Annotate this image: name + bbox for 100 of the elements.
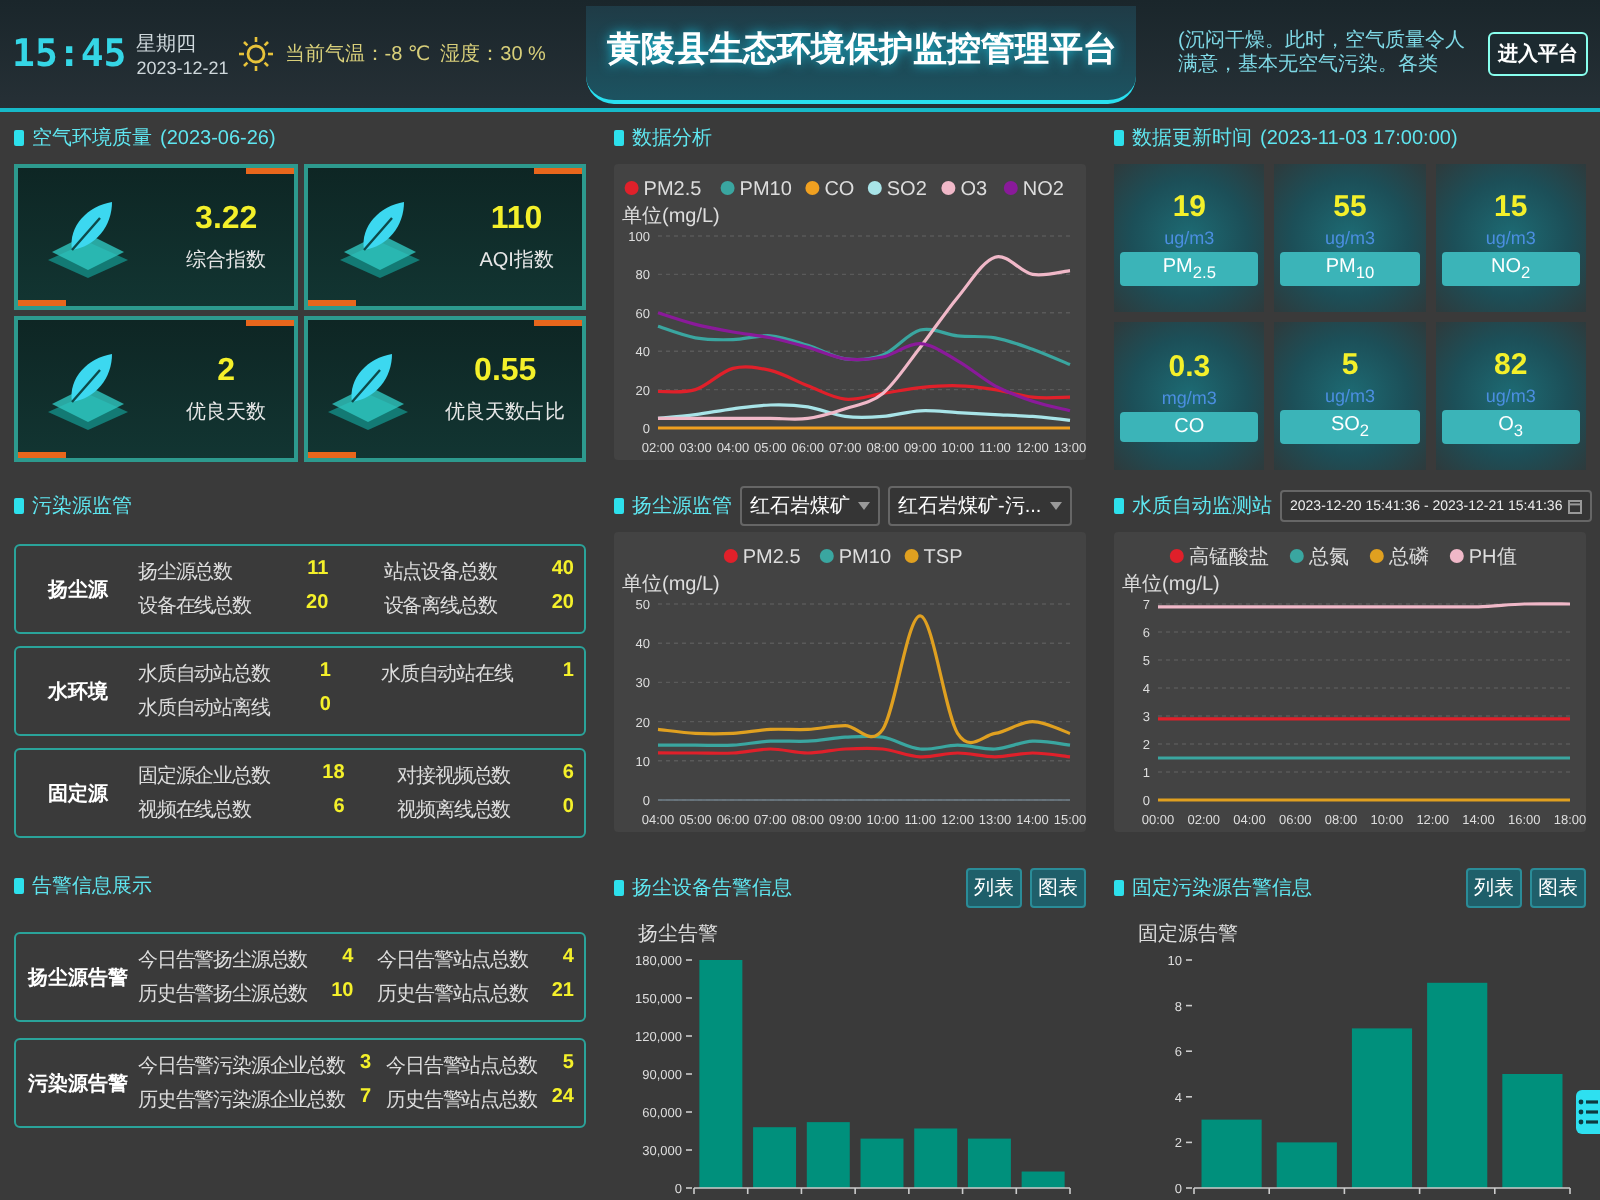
pollutant-tag: SO$_{2}$ (1280, 410, 1420, 444)
y-axis-label: 单位(mg/L) (622, 574, 720, 596)
bullet-icon (614, 498, 624, 514)
legend-item: PH值 (1449, 547, 1517, 569)
dropdown[interactable]: 红石岩煤矿 (740, 486, 880, 526)
reading-value: 0.3 (1168, 350, 1211, 384)
legend-label: PM10 (739, 179, 793, 201)
view-toggle-button[interactable]: 图表 (1030, 868, 1086, 908)
stat-value: 3 (359, 1052, 372, 1078)
stat-value: 4 (340, 946, 354, 972)
view-toggle-button[interactable]: 列表 (966, 868, 1022, 908)
bar (1502, 1074, 1563, 1188)
stat-label: 今日告警站点总数 (377, 947, 528, 974)
legend-label: 总氮 (1306, 545, 1349, 569)
stat-value: 10 (331, 980, 354, 1006)
index-label: 优良天数 (186, 399, 267, 425)
bar (860, 1138, 904, 1188)
bullet-icon (1114, 880, 1124, 896)
stat-label: 今日告警扬尘源总数 (138, 947, 308, 974)
reading-value: 55 (1333, 190, 1367, 224)
stat-value: 4 (560, 946, 574, 972)
stat-value: 20 (551, 592, 574, 618)
stat-label: 视频在线总数 (138, 797, 253, 824)
stat-label: 今日告警污染源企业总数 (138, 1053, 345, 1080)
stat-label: 今日告警站点总数 (386, 1053, 537, 1080)
reading-value: 5 (1341, 348, 1359, 382)
legend-label: 总磷 (1386, 545, 1429, 569)
view-toggle-button[interactable]: 图表 (1530, 868, 1586, 908)
unit-label: mg/m3 (1161, 388, 1217, 408)
enter-platform-button[interactable]: 进入平台 (1487, 32, 1588, 76)
stat-label: 视频离线总数 (397, 797, 511, 824)
unit-label: ug/m3 (1485, 386, 1536, 406)
y-axis-label: 单位(mg/L) (1122, 574, 1220, 596)
reading-value: 15 (1493, 190, 1528, 224)
bullet-icon (14, 878, 24, 894)
legend-item: CO (805, 179, 855, 201)
stat-value: 11 (306, 558, 329, 584)
section-title: 数据分析 (632, 125, 712, 152)
calendar-icon (1568, 498, 1583, 514)
legend-label: TSP (923, 547, 964, 569)
bullet-icon (1114, 498, 1124, 514)
section-title: 空气环境质量 (32, 125, 152, 152)
legend-item: PM10 (720, 179, 792, 201)
stat-value: 40 (551, 558, 574, 584)
y-axis-label: 扬尘告警 (638, 924, 718, 946)
section-title: 扬尘设备告警信息 (632, 875, 792, 902)
stat-value: 1 (562, 660, 574, 686)
stat-value: 6 (331, 796, 345, 822)
view-toggle-button[interactable]: 列表 (1466, 868, 1522, 908)
stat-label: 历史告警扬尘源总数 (138, 981, 308, 1008)
side-menu-button[interactable] (1576, 1090, 1600, 1134)
pollutant-tag: CO (1120, 412, 1259, 442)
stat-label: 水质自动站离线 (138, 695, 270, 722)
section-title: 水质自动监测站 (1132, 493, 1272, 520)
bullet-icon (614, 880, 624, 896)
legend-label: PM2.5 (643, 179, 703, 201)
stat-value: 7 (359, 1086, 372, 1112)
stat-value: 18 (322, 762, 345, 788)
legend-item: 高锰酸盐 (1169, 547, 1269, 569)
bar (806, 1122, 850, 1188)
pollutant-tag: NO$_{2}$ (1441, 252, 1580, 286)
dropdown[interactable]: 红石岩煤矿-污... (888, 486, 1072, 526)
legend-item: PM10 (819, 547, 892, 569)
sun-icon (238, 36, 275, 72)
section-date: (2023-11-03 17:00:00) (1260, 127, 1458, 149)
bar (914, 1128, 958, 1188)
stat-value: 20 (306, 592, 329, 618)
stat-label: 历史告警站点总数 (377, 981, 528, 1008)
legend-item: O3 (941, 179, 988, 201)
section-title: 扬尘源监管 (632, 493, 732, 520)
stat-label: 扬尘源总数 (138, 559, 235, 586)
pollutant-tag: PM$_{2.5}$ (1120, 252, 1259, 286)
stat-label: 历史告警站点总数 (386, 1087, 537, 1114)
legend-label: SO2 (886, 179, 928, 201)
bullet-icon (14, 498, 24, 514)
stat-label: 水质自动站总数 (138, 661, 270, 688)
legend-label: PM10 (838, 547, 892, 569)
legend-label: NO2 (1022, 179, 1065, 201)
stat-label: 历史告警污染源企业总数 (138, 1087, 345, 1114)
index-label: 综合指数 (186, 247, 267, 273)
date: 2023-12-21 (136, 58, 229, 78)
legend-item: TSP (904, 547, 963, 569)
section-title: 固定污染源告警信息 (1132, 875, 1312, 902)
section-date: (2023-06-26) (160, 127, 276, 149)
index-label: AQI指数 (479, 247, 554, 273)
legend-label: 高锰酸盐 (1188, 545, 1269, 569)
y-axis-label: 固定源告警 (1138, 924, 1238, 946)
bar (967, 1138, 1011, 1188)
stat-value: 6 (562, 762, 574, 788)
temperature: 当前气温：-8 ℃ (284, 41, 431, 68)
pollutant-tag: O$_{3}$ (1441, 410, 1580, 444)
stat-value: 21 (551, 980, 574, 1006)
stat-label: 对接视频总数 (397, 763, 511, 790)
humidity: 湿度：30 % (440, 41, 546, 68)
legend-label: O3 (960, 179, 988, 201)
unit-label: ug/m3 (1324, 386, 1375, 406)
legend-label: CO (824, 179, 855, 201)
section-title: 告警信息展示 (32, 873, 152, 900)
stat-value: 24 (551, 1086, 574, 1112)
stat-label: 站点设备总数 (383, 559, 497, 586)
